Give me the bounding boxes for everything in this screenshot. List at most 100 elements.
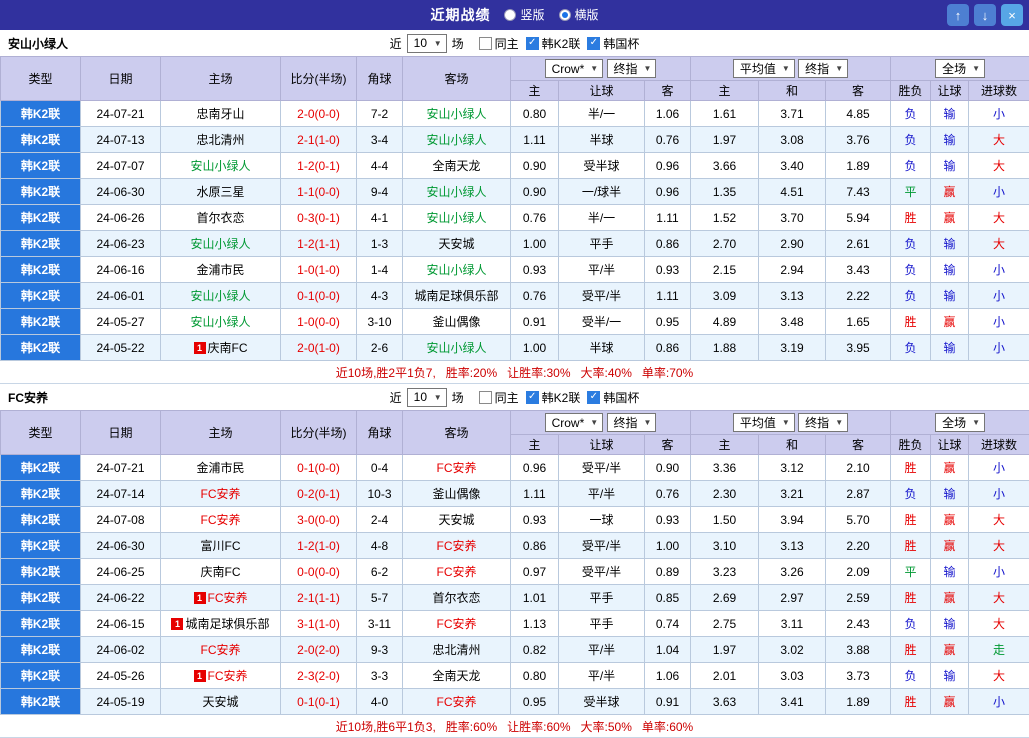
score-cell: 0-1(0-0) xyxy=(281,283,357,309)
league-cell: 韩K2联 xyxy=(1,585,81,611)
average-odds-cell: 3.23 xyxy=(691,559,759,585)
match-row: 韩K2联24-06-221FC安养2-1(1-1)5-7首尔衣恋1.01平手0.… xyxy=(1,585,1029,611)
over-rate: 大率:50% xyxy=(581,718,632,735)
team-label: 城南足球俱乐部 xyxy=(185,617,269,631)
average-odds-cell: 3.41 xyxy=(759,689,826,715)
result-cell: 大 xyxy=(969,663,1029,689)
chevron-down-icon: ▼ xyxy=(590,418,598,427)
result-cell: 小 xyxy=(969,481,1029,507)
average-odds-cell: 2.75 xyxy=(691,611,759,637)
match-count-value: 10 xyxy=(414,390,427,404)
close-button[interactable]: × xyxy=(1001,4,1023,26)
team-label: 釜山偶像 xyxy=(432,487,480,501)
home-team-cell: 安山小绿人 xyxy=(161,153,281,179)
match-count-select[interactable]: 10 ▼ xyxy=(407,388,447,407)
handicap-odds-cell: 0.90 xyxy=(511,179,559,205)
horizontal-layout-radio[interactable]: 横版 xyxy=(559,6,599,23)
result-cell: 小 xyxy=(969,283,1029,309)
korea-cup-checkbox[interactable]: ✓韩国杯 xyxy=(587,389,639,406)
date-cell: 24-07-08 xyxy=(81,507,161,533)
date-cell: 24-06-01 xyxy=(81,283,161,309)
col-score: 比分(半场) xyxy=(281,411,357,455)
average-odds-cell: 2.59 xyxy=(826,585,891,611)
final-index-select[interactable]: 终指▼ xyxy=(607,59,657,78)
home-team-cell: 首尔衣恋 xyxy=(161,205,281,231)
date-cell: 24-06-16 xyxy=(81,257,161,283)
team-label: 安山小绿人 xyxy=(426,185,486,199)
handicap-odds-cell: 0.86 xyxy=(511,533,559,559)
handicap-odds-cell: 0.93 xyxy=(511,507,559,533)
score-cell: 0-2(0-1) xyxy=(281,481,357,507)
match-row: 韩K2联24-07-13忠北清州2-1(1-0)3-4安山小绿人1.11半球0.… xyxy=(1,127,1029,153)
match-row: 韩K2联24-06-23安山小绿人1-2(1-1)1-3天安城1.00平手0.8… xyxy=(1,231,1029,257)
home-team-cell: 安山小绿人 xyxy=(161,309,281,335)
chevron-down-icon: ▼ xyxy=(434,393,442,402)
vertical-layout-radio[interactable]: 竖版 xyxy=(504,6,544,23)
corners-cell: 9-4 xyxy=(357,179,403,205)
average-select[interactable]: 平均值▼ xyxy=(733,413,795,432)
result-cell: 负 xyxy=(891,257,931,283)
full-match-select[interactable]: 全场▼ xyxy=(935,413,985,432)
handicap-odds-cell: 0.93 xyxy=(511,257,559,283)
average-odds-cell: 2.61 xyxy=(826,231,891,257)
average-odds-cell: 2.10 xyxy=(826,455,891,481)
same-home-checkbox[interactable]: 同主 xyxy=(479,389,519,406)
radio-label: 横版 xyxy=(575,6,599,23)
match-row: 韩K2联24-07-14FC安养0-2(0-1)10-3釜山偶像1.11平/半0… xyxy=(1,481,1029,507)
average-odds-cell: 2.90 xyxy=(759,231,826,257)
window-title: 近期战绩 xyxy=(430,5,490,25)
result-cell: 大 xyxy=(969,507,1029,533)
k2-league-checkbox[interactable]: ✓韩K2联 xyxy=(526,389,581,406)
result-cell: 负 xyxy=(891,153,931,179)
handicap-odds-cell: 0.86 xyxy=(645,335,691,361)
col-odds-away: 客 xyxy=(645,435,691,455)
titlebar: 近期战绩 竖版 横版 ↑ ↓ × xyxy=(0,0,1029,30)
average-select[interactable]: 平均值▼ xyxy=(733,59,795,78)
score-cell: 1-2(1-0) xyxy=(281,533,357,559)
move-up-button[interactable]: ↑ xyxy=(947,4,969,26)
k2-league-checkbox[interactable]: ✓韩K2联 xyxy=(526,35,581,52)
handicap-odds-cell: 1.11 xyxy=(511,481,559,507)
team-label: 天安城 xyxy=(438,237,474,251)
handicap-odds-cell: 1.00 xyxy=(645,533,691,559)
final-index-select[interactable]: 终指▼ xyxy=(607,413,657,432)
handicap-odds-cell: 0.96 xyxy=(511,455,559,481)
bookmaker-select[interactable]: Crow*▼ xyxy=(545,59,604,78)
corners-cell: 0-4 xyxy=(357,455,403,481)
result-cell: 负 xyxy=(891,335,931,361)
chevron-down-icon: ▼ xyxy=(434,39,442,48)
final-index-select[interactable]: 终指▼ xyxy=(798,59,848,78)
bookmaker-select[interactable]: Crow*▼ xyxy=(545,413,604,432)
result-cell: 胜 xyxy=(891,455,931,481)
score-cell: 1-0(1-0) xyxy=(281,257,357,283)
away-team-cell: 安山小绿人 xyxy=(403,205,511,231)
home-team-cell: 1城南足球俱乐部 xyxy=(161,611,281,637)
league-cell: 韩K2联 xyxy=(1,179,81,205)
section-controls: 安山小绿人 近 10▼ 场 同主✓韩K2联✓韩国杯 xyxy=(0,30,1029,56)
league-cell: 韩K2联 xyxy=(1,559,81,585)
handicap-odds-cell: 1.11 xyxy=(511,127,559,153)
average-odds-cell: 3.03 xyxy=(759,663,826,689)
filter-checkboxes: 同主 ✓韩K2联 ✓韩国杯 xyxy=(479,35,640,52)
team-label: 忠北清州 xyxy=(196,133,244,147)
league-cell: 韩K2联 xyxy=(1,257,81,283)
matches-tbody: 韩K2联24-07-21金浦市民0-1(0-0)0-4FC安养0.96受平/半0… xyxy=(1,455,1029,715)
handicap-odds-cell: 0.76 xyxy=(645,127,691,153)
result-cell: 平 xyxy=(891,179,931,205)
korea-cup-checkbox[interactable]: ✓韩国杯 xyxy=(587,35,639,52)
team-label: 安山小绿人 xyxy=(426,211,486,225)
date-cell: 24-05-19 xyxy=(81,689,161,715)
handicap-odds-cell: 1.04 xyxy=(645,637,691,663)
same-home-checkbox[interactable]: 同主 xyxy=(479,35,519,52)
result-cell: 小 xyxy=(969,101,1029,127)
team-label: FC安养 xyxy=(201,643,241,657)
unchecked-checkbox-icon xyxy=(479,37,492,50)
final-index-select[interactable]: 终指▼ xyxy=(798,413,848,432)
corners-cell: 3-4 xyxy=(357,127,403,153)
move-down-button[interactable]: ↓ xyxy=(974,4,996,26)
full-match-select[interactable]: 全场▼ xyxy=(935,59,985,78)
team-label: 安山小绿人 xyxy=(190,159,250,173)
average-odds-cell: 3.66 xyxy=(691,153,759,179)
chevron-down-icon: ▼ xyxy=(590,64,598,73)
match-count-select[interactable]: 10▼ xyxy=(407,34,447,53)
